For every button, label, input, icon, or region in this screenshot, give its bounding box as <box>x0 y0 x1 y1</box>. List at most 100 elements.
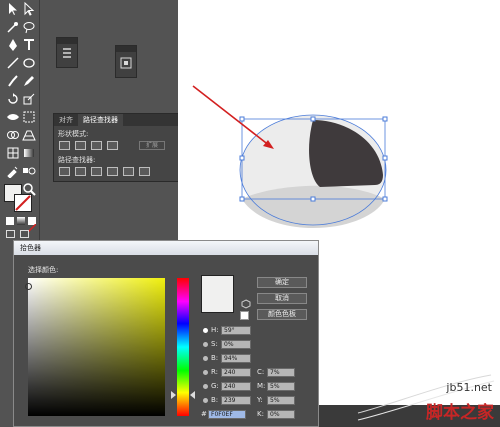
perspective-grid-tool-icon[interactable] <box>22 128 36 142</box>
direct-selection-tool-icon[interactable] <box>22 1 36 16</box>
type-tool-icon[interactable] <box>22 38 36 52</box>
brightness-field[interactable]: 94% <box>221 354 251 363</box>
stroke-color-swatch[interactable] <box>14 194 32 212</box>
red-radio[interactable] <box>203 370 208 375</box>
pathfinders-label: 路径查找器: <box>58 156 96 164</box>
none-mode-icon[interactable] <box>27 217 37 233</box>
magic-wand-tool-icon[interactable] <box>6 20 20 34</box>
handle-ml[interactable] <box>239 155 245 161</box>
ok-button[interactable]: 确定 <box>257 277 307 288</box>
collapsed-panel-2[interactable] <box>115 45 137 78</box>
intersect-button[interactable] <box>91 141 102 150</box>
out-of-gamut-icon[interactable] <box>241 299 251 309</box>
handle-tr[interactable] <box>382 116 388 122</box>
rotate-tool-icon[interactable] <box>6 92 20 106</box>
tab-pathfinder[interactable]: 路径查找器 <box>78 114 123 126</box>
brightness-label: B: <box>211 354 219 362</box>
minus-back-button[interactable] <box>139 167 150 176</box>
trim-button[interactable] <box>75 167 86 176</box>
outline-button[interactable] <box>123 167 134 176</box>
screen-mode-icon[interactable] <box>20 230 29 238</box>
selection-tool-icon[interactable] <box>6 2 20 16</box>
select-color-label: 选择颜色: <box>28 266 59 274</box>
collapsed-panel-1[interactable] <box>56 37 78 68</box>
brightness-radio[interactable] <box>203 356 208 361</box>
paintbrush-tool-icon[interactable] <box>6 74 20 88</box>
gradient-mode-icon[interactable] <box>17 217 25 225</box>
web-safe-swatch[interactable] <box>240 311 249 320</box>
ellipse-shadow <box>242 185 385 228</box>
green-field[interactable]: 240 <box>221 382 251 391</box>
saturation-radio[interactable] <box>203 342 208 347</box>
yellow-field[interactable]: 5% <box>267 396 295 405</box>
width-tool-icon[interactable] <box>6 110 20 124</box>
dialog-title-bar: 拾色器 <box>14 241 318 255</box>
watermark-site: jb51.net <box>446 381 492 394</box>
blue-label: B: <box>211 396 219 404</box>
handle-bc[interactable] <box>310 196 316 202</box>
cyan-field[interactable]: 7% <box>267 368 295 377</box>
saturation-field[interactable]: 0% <box>221 340 251 349</box>
exclude-button[interactable] <box>107 141 118 150</box>
hue-slider[interactable] <box>177 278 189 416</box>
crop-button[interactable] <box>107 167 118 176</box>
expand-button[interactable]: 扩展 <box>139 141 165 150</box>
blend-tool-icon[interactable] <box>22 164 36 178</box>
merge-button[interactable] <box>91 167 102 176</box>
scale-tool-icon[interactable] <box>22 92 36 106</box>
annotation-arrow-line <box>192 85 271 147</box>
eyedropper-tool-icon[interactable] <box>6 164 20 179</box>
green-radio[interactable] <box>203 384 208 389</box>
color-picker-dialog: 拾色器 选择颜色: 确定 取消 颜色色板 H: 59° S: 0% B: 94%… <box>13 240 319 427</box>
free-transform-tool-icon[interactable] <box>22 110 36 124</box>
hex-label: # <box>201 410 207 418</box>
blue-field[interactable]: 239 <box>221 396 251 405</box>
shape-builder-tool-icon[interactable] <box>6 128 20 142</box>
blue-radio[interactable] <box>203 398 208 403</box>
handle-bl[interactable] <box>239 196 245 202</box>
hue-radio[interactable] <box>203 328 208 333</box>
hue-label: H: <box>211 326 219 334</box>
dark-shape[interactable] <box>309 120 383 187</box>
green-label: G: <box>211 382 219 390</box>
gradient-tool-icon[interactable] <box>22 146 36 160</box>
line-tool-icon[interactable] <box>6 56 20 70</box>
pen-tool-icon[interactable] <box>6 38 20 52</box>
color-cursor[interactable] <box>25 283 32 290</box>
color-mode-icon[interactable] <box>6 217 14 225</box>
lasso-tool-icon[interactable] <box>22 20 36 34</box>
minus-front-button[interactable] <box>75 141 86 150</box>
draw-mode-icon[interactable] <box>6 230 15 238</box>
hue-slider-left-arrow[interactable] <box>171 391 176 399</box>
black-field[interactable]: 0% <box>267 410 295 419</box>
pathfinder-tab-bar: 对齐 路径查找器 <box>54 114 178 126</box>
hue-field[interactable]: 59° <box>221 326 251 335</box>
ellipse-tool-icon[interactable] <box>22 56 36 70</box>
handle-mr[interactable] <box>382 155 388 161</box>
handle-tc[interactable] <box>310 116 316 122</box>
color-swatches-button[interactable]: 颜色色板 <box>257 309 307 320</box>
mesh-tool-icon[interactable] <box>6 146 20 160</box>
pathfinder-panel: 对齐 路径查找器 形状模式: 扩展 路径查找器: <box>53 113 179 182</box>
handle-br[interactable] <box>382 196 388 202</box>
divide-button[interactable] <box>59 167 70 176</box>
current-color-swatch <box>201 275 234 313</box>
red-field[interactable]: 240 <box>221 368 251 377</box>
document-icon <box>63 48 71 58</box>
black-label: K: <box>257 410 264 418</box>
hue-slider-right-arrow[interactable] <box>190 391 195 399</box>
yellow-label: Y: <box>257 396 263 404</box>
saturation-brightness-field[interactable] <box>28 278 165 416</box>
hex-field[interactable]: F0F0EF <box>208 410 246 419</box>
tab-align[interactable]: 对齐 <box>54 114 78 126</box>
saturation-label: S: <box>211 340 218 348</box>
tools-panel <box>0 0 40 245</box>
handle-tl[interactable] <box>239 116 245 122</box>
pencil-tool-icon[interactable] <box>22 74 36 88</box>
cancel-button[interactable]: 取消 <box>257 293 307 304</box>
magenta-field[interactable]: 5% <box>267 382 295 391</box>
shape-modes-label: 形状模式: <box>58 130 89 138</box>
magenta-label: M: <box>257 382 266 390</box>
unite-button[interactable] <box>59 141 70 150</box>
layers-icon <box>120 57 132 69</box>
